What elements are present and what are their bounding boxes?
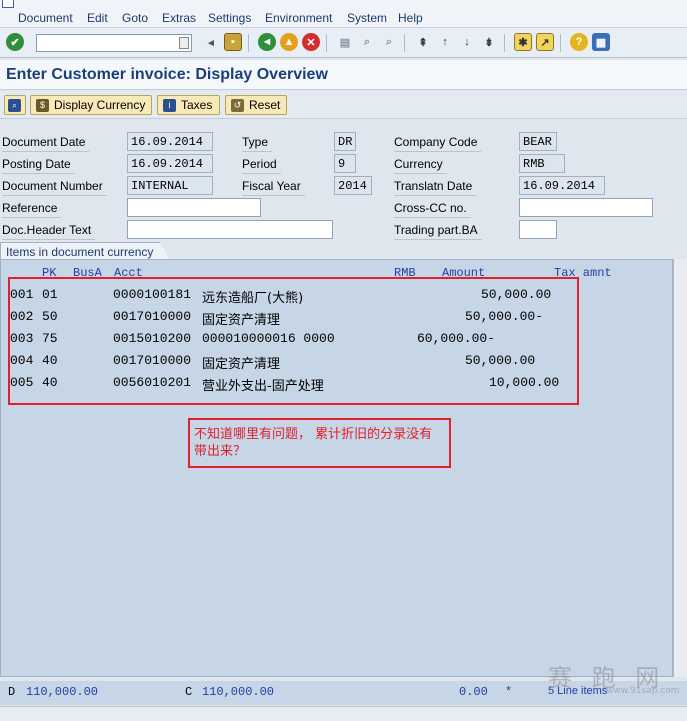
overview-button[interactable]: ⌕ (4, 95, 26, 115)
command-field[interactable] (36, 34, 192, 52)
currency-icon: $ (36, 98, 49, 112)
magnifier-icon: ⌕ (8, 98, 21, 112)
trading-part-field[interactable] (519, 220, 557, 239)
annotation-box: 不知道哪里有问题， 累计折旧的分录没有带出来？ (188, 418, 451, 468)
translatn-date-field[interactable]: 16.09.2014 (519, 176, 605, 195)
company-code-field[interactable]: BEAR (519, 132, 557, 151)
trading-part-label: Trading part.BA (394, 223, 482, 240)
reference-field[interactable] (127, 198, 261, 217)
watermark-url: www.91sap.com (606, 686, 680, 696)
credit-label: C (185, 685, 193, 699)
balance-indicator: * (505, 685, 513, 699)
toolbar-separator (404, 34, 405, 52)
reference-label: Reference (2, 201, 62, 218)
posting-date-label: Posting Date (2, 157, 75, 174)
menu-goto[interactable]: Goto (122, 11, 148, 25)
credit-total: 110,000.00 (202, 685, 275, 699)
currency-label: Currency (394, 157, 447, 174)
display-currency-button[interactable]: $ Display Currency (30, 95, 152, 115)
toolbar-separator (248, 34, 249, 52)
taxes-button[interactable]: i Taxes (157, 95, 220, 115)
find-next-icon[interactable]: ⌕ (380, 33, 398, 51)
command-dropdown-icon[interactable] (179, 37, 189, 49)
status-bar (0, 706, 687, 721)
last-page-icon[interactable]: ⇟ (480, 33, 498, 51)
cross-cc-field[interactable] (519, 198, 653, 217)
layout-menu-icon[interactable]: ▦ (592, 33, 610, 51)
find-icon[interactable]: ⌕ (358, 33, 376, 51)
document-number-field[interactable]: INTERNAL (127, 176, 213, 195)
period-field[interactable]: 9 (334, 154, 356, 173)
menu-extras[interactable]: Extras (162, 11, 196, 25)
reset-label: Reset (249, 98, 281, 112)
doc-header-text-label: Doc.Header Text (2, 223, 96, 240)
save-icon[interactable]: ▪ (224, 33, 242, 51)
toolbar-separator (560, 34, 561, 52)
info-icon: i (163, 98, 176, 112)
display-currency-label: Display Currency (54, 98, 146, 112)
arrow-left-small-icon[interactable]: ◂ (202, 33, 220, 51)
vertical-scrollbar[interactable] (673, 259, 687, 677)
type-label: Type (242, 135, 273, 152)
debit-total: 110,000.00 (26, 685, 99, 699)
menu-document[interactable]: Document (18, 11, 73, 25)
menu-settings[interactable]: Settings (208, 11, 251, 25)
menu-bar: Document Edit Goto Extras Settings Envir… (0, 0, 687, 28)
reset-icon: ↺ (231, 98, 244, 112)
back-icon[interactable]: ◄ (258, 33, 276, 51)
difference-value: 0.00 (459, 685, 488, 699)
debit-label: D (8, 685, 16, 699)
highlight-box (8, 277, 579, 405)
company-code-label: Company Code (394, 135, 482, 152)
doc-header-text-field[interactable] (127, 220, 333, 239)
reset-button[interactable]: ↺ Reset (225, 95, 287, 115)
watermark: 赛 跑 网 www.91sap.com (548, 658, 680, 696)
document-date-field[interactable]: 16.09.2014 (127, 132, 213, 151)
posting-date-field[interactable]: 16.09.2014 (127, 154, 213, 173)
cross-cc-label: Cross-CC no. (394, 201, 471, 218)
next-page-icon[interactable]: ↓ (458, 33, 476, 51)
new-session-icon[interactable]: ✱ (514, 33, 532, 51)
fiscal-year-field[interactable]: 2014 (334, 176, 372, 195)
enter-check-icon[interactable]: ✔ (6, 33, 24, 51)
document-corner-icon (2, 0, 14, 8)
application-toolbar: ⌕ $ Display Currency i Taxes ↺ Reset (0, 91, 687, 119)
document-number-label: Document Number (2, 179, 107, 196)
period-label: Period (242, 157, 281, 174)
menu-help[interactable]: Help (398, 11, 423, 25)
document-date-label: Document Date (2, 135, 90, 152)
menu-system[interactable]: System (347, 11, 387, 25)
first-page-icon[interactable]: ⇞ (414, 33, 432, 51)
translatn-date-label: Translatn Date (394, 179, 477, 196)
annotation-text: 不知道哪里有问题， 累计折旧的分录没有带出来？ (194, 427, 433, 459)
currency-field[interactable]: RMB (519, 154, 565, 173)
shortcut-icon[interactable]: ↗ (536, 33, 554, 51)
menu-environment[interactable]: Environment (265, 11, 332, 25)
menu-edit[interactable]: Edit (87, 11, 108, 25)
print-icon[interactable]: ▤ (336, 33, 354, 51)
type-field[interactable]: DR (334, 132, 356, 151)
standard-toolbar: ✔ ◂ ▪ ◄ ▲ ✕ ▤ ⌕ ⌕ ⇞ ↑ ↓ ⇟ ✱ ↗ ? ▦ (0, 28, 687, 58)
previous-page-icon[interactable]: ↑ (436, 33, 454, 51)
taxes-label: Taxes (181, 98, 213, 112)
exit-icon[interactable]: ▲ (280, 33, 298, 51)
toolbar-separator (504, 34, 505, 52)
fiscal-year-label: Fiscal Year (242, 179, 305, 196)
help-icon[interactable]: ? (570, 33, 588, 51)
items-tab[interactable]: Items in document currency (0, 242, 170, 260)
cancel-icon[interactable]: ✕ (302, 33, 320, 51)
page-title: Enter Customer invoice: Display Overview (6, 66, 328, 83)
toolbar-separator (326, 34, 327, 52)
